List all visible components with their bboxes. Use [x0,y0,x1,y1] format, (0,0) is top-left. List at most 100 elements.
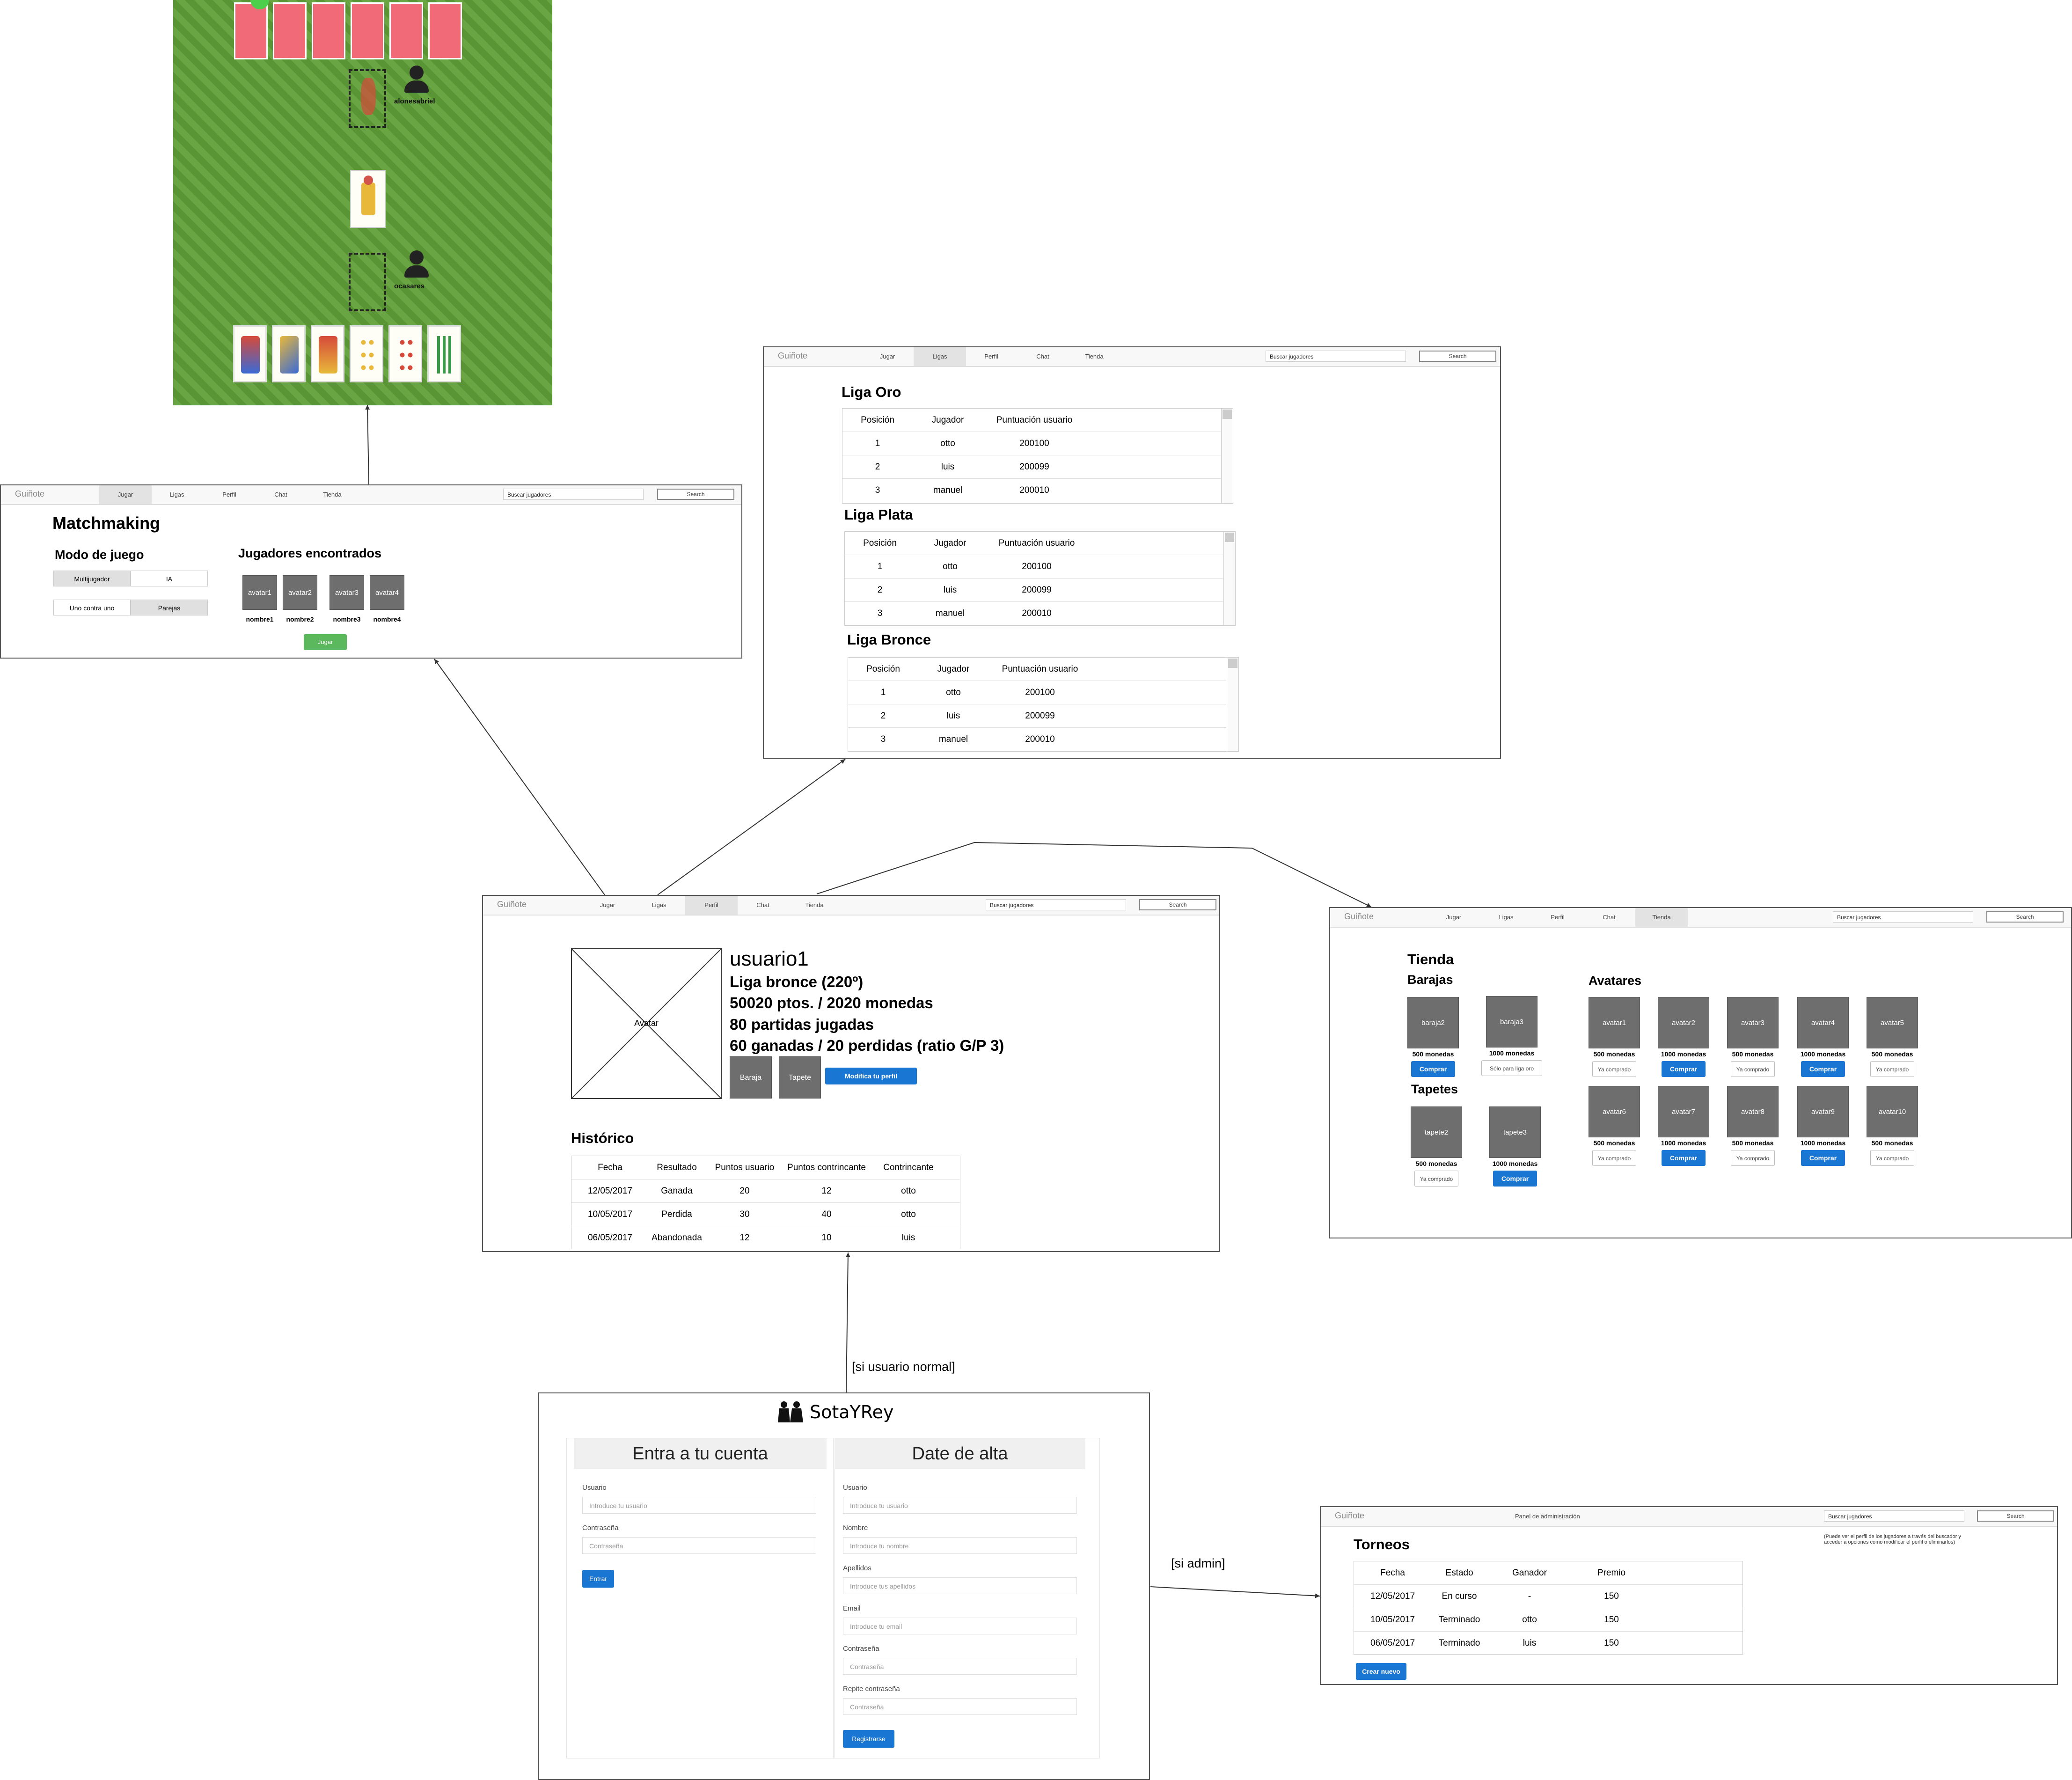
cell: Ganada [661,1186,693,1196]
hand-card[interactable] [233,325,267,382]
league-table[interactable]: Posición Jugador Puntuación usuario 1 ot… [844,531,1236,626]
navbar: Guiñote Jugar Ligas Perfil Chat Tienda B… [483,896,1219,916]
brand[interactable]: Guiñote [15,489,44,499]
nav-perfil[interactable]: Perfil [685,896,738,915]
create-tournament-button[interactable]: Crear nuevo [1356,1663,1406,1680]
cell: 150 [1604,1638,1619,1648]
nav-chat[interactable]: Chat [255,485,307,504]
game-board[interactable]: alonesabriel ocasares [173,0,552,405]
player-drop-zone[interactable] [349,253,386,311]
hand-card[interactable] [388,325,422,382]
col-header: Estado [1445,1568,1473,1578]
brand[interactable]: Guiñote [497,900,527,909]
mode-multiplayer[interactable]: Multijugador [53,571,131,586]
baraja-button[interactable]: Baraja [730,1056,772,1099]
nav-chat[interactable]: Chat [737,896,789,915]
card-back [273,2,307,59]
login-button[interactable]: Entrar [582,1570,614,1588]
mode-ia[interactable]: IA [131,571,208,586]
nav-jugar[interactable]: Jugar [581,896,634,915]
cell: 06/05/2017 [1370,1638,1415,1648]
signup-email-field[interactable]: Introduce tu email [843,1618,1077,1634]
signup-username-field[interactable]: Introduce tu usuario [843,1497,1077,1514]
stat-line: 50020 ptos. / 2020 monedas [730,994,933,1011]
hand-card[interactable] [350,325,383,382]
shop-item-status: Sólo para liga oro [1481,1060,1542,1076]
nav-perfil[interactable]: Perfil [965,347,1018,366]
arrow-login-to-perfil [845,1252,850,1393]
buy-button[interactable]: Comprar [1801,1150,1845,1166]
nav-tienda[interactable]: Tienda [306,485,359,504]
username: usuario1 [730,947,809,970]
signup-surname-field[interactable]: Introduce tus apellidos [843,1577,1077,1594]
nav-jugar[interactable]: Jugar [99,485,152,504]
signup-button[interactable]: Registrarse [843,1730,894,1748]
opponent-drop-zone[interactable] [349,69,386,128]
nav-chat[interactable]: Chat [1583,908,1635,927]
brand[interactable]: Guiñote [1335,1511,1364,1521]
scrollbar[interactable] [1223,532,1235,625]
cell: 200010 [1022,608,1052,618]
signup-password-field[interactable]: Contraseña [843,1658,1077,1675]
shop-item-price: 500 monedas [1593,1050,1635,1058]
search-input[interactable]: Buscar jugadores [1266,351,1406,362]
buy-button[interactable]: Comprar [1662,1150,1706,1166]
cell: Terminado [1438,1615,1480,1625]
search-input[interactable]: Buscar jugadores [1824,1510,1964,1522]
buy-button[interactable]: Comprar [1662,1061,1706,1077]
nav-ligas[interactable]: Ligas [1480,908,1532,927]
hand-card[interactable] [272,325,306,382]
cell: Perdida [661,1209,692,1219]
search-button[interactable]: Search [657,489,734,500]
team-pairs[interactable]: Parejas [131,600,208,615]
nav-jugar[interactable]: Jugar [1428,908,1480,927]
username-field[interactable]: Introduce tu usuario [582,1497,816,1514]
nav-ligas[interactable]: Ligas [151,485,203,504]
cell: 12 [739,1233,750,1243]
col-header: Contrincante [883,1163,934,1172]
signup-repeat-password-field[interactable]: Contraseña [843,1698,1077,1715]
nav-ligas[interactable]: Ligas [633,896,685,915]
nav-perfil[interactable]: Perfil [203,485,256,504]
buy-button[interactable]: Comprar [1801,1061,1845,1077]
buy-button[interactable]: Comprar [1411,1061,1455,1077]
hand-card[interactable] [311,325,344,382]
scrollbar[interactable] [1221,409,1233,503]
history-table[interactable]: Fecha Resultado Puntos usuario Puntos co… [571,1156,960,1249]
nav-perfil[interactable]: Perfil [1531,908,1584,927]
nav-ligas[interactable]: Ligas [914,347,966,366]
search-button[interactable]: Search [1419,351,1496,362]
league-table[interactable]: Posición Jugador Puntuación usuario 1 ot… [842,408,1233,504]
tournaments-table[interactable]: Fecha Estado Ganador Premio 12/05/2017 E… [1354,1561,1743,1655]
avatar-placeholder: avatar4 [370,575,404,610]
cell: 10/05/2017 [1370,1615,1415,1625]
password-field[interactable]: Contraseña [582,1537,816,1554]
cell: 150 [1604,1591,1619,1601]
brand[interactable]: Guiñote [778,351,807,361]
modify-profile-button[interactable]: Modifica tu perfil [825,1068,917,1084]
league-table[interactable]: Posición Jugador Puntuación usuario 1 ot… [848,657,1239,752]
search-input[interactable]: Buscar jugadores [1833,911,1973,923]
nav-tienda[interactable]: Tienda [1635,908,1688,927]
stat-line: 80 partidas jugadas [730,1016,874,1033]
nav-chat[interactable]: Chat [1017,347,1069,366]
arrow-matchmaking-to-game [365,404,370,485]
search-button[interactable]: Search [1977,1510,2054,1522]
search-input[interactable]: Buscar jugadores [986,899,1126,910]
cell: 1 [877,562,883,571]
signup-name-field[interactable]: Introduce tu nombre [843,1537,1077,1554]
team-one-vs-one[interactable]: Uno contra uno [53,600,131,615]
buy-button[interactable]: Comprar [1493,1171,1537,1187]
scrollbar[interactable] [1227,658,1238,751]
play-button[interactable]: Jugar [304,634,347,650]
tapete-button[interactable]: Tapete [779,1056,821,1099]
search-button[interactable]: Search [1986,911,2064,923]
hand-card[interactable] [427,325,461,382]
nav-jugar[interactable]: Jugar [861,347,914,366]
brand[interactable]: Guiñote [1344,912,1374,922]
search-button[interactable]: Search [1139,899,1216,910]
nav-tienda[interactable]: Tienda [1068,347,1120,366]
nav-tienda[interactable]: Tienda [788,896,841,915]
search-input[interactable]: Buscar jugadores [503,489,644,500]
cell: 200099 [1022,585,1052,595]
